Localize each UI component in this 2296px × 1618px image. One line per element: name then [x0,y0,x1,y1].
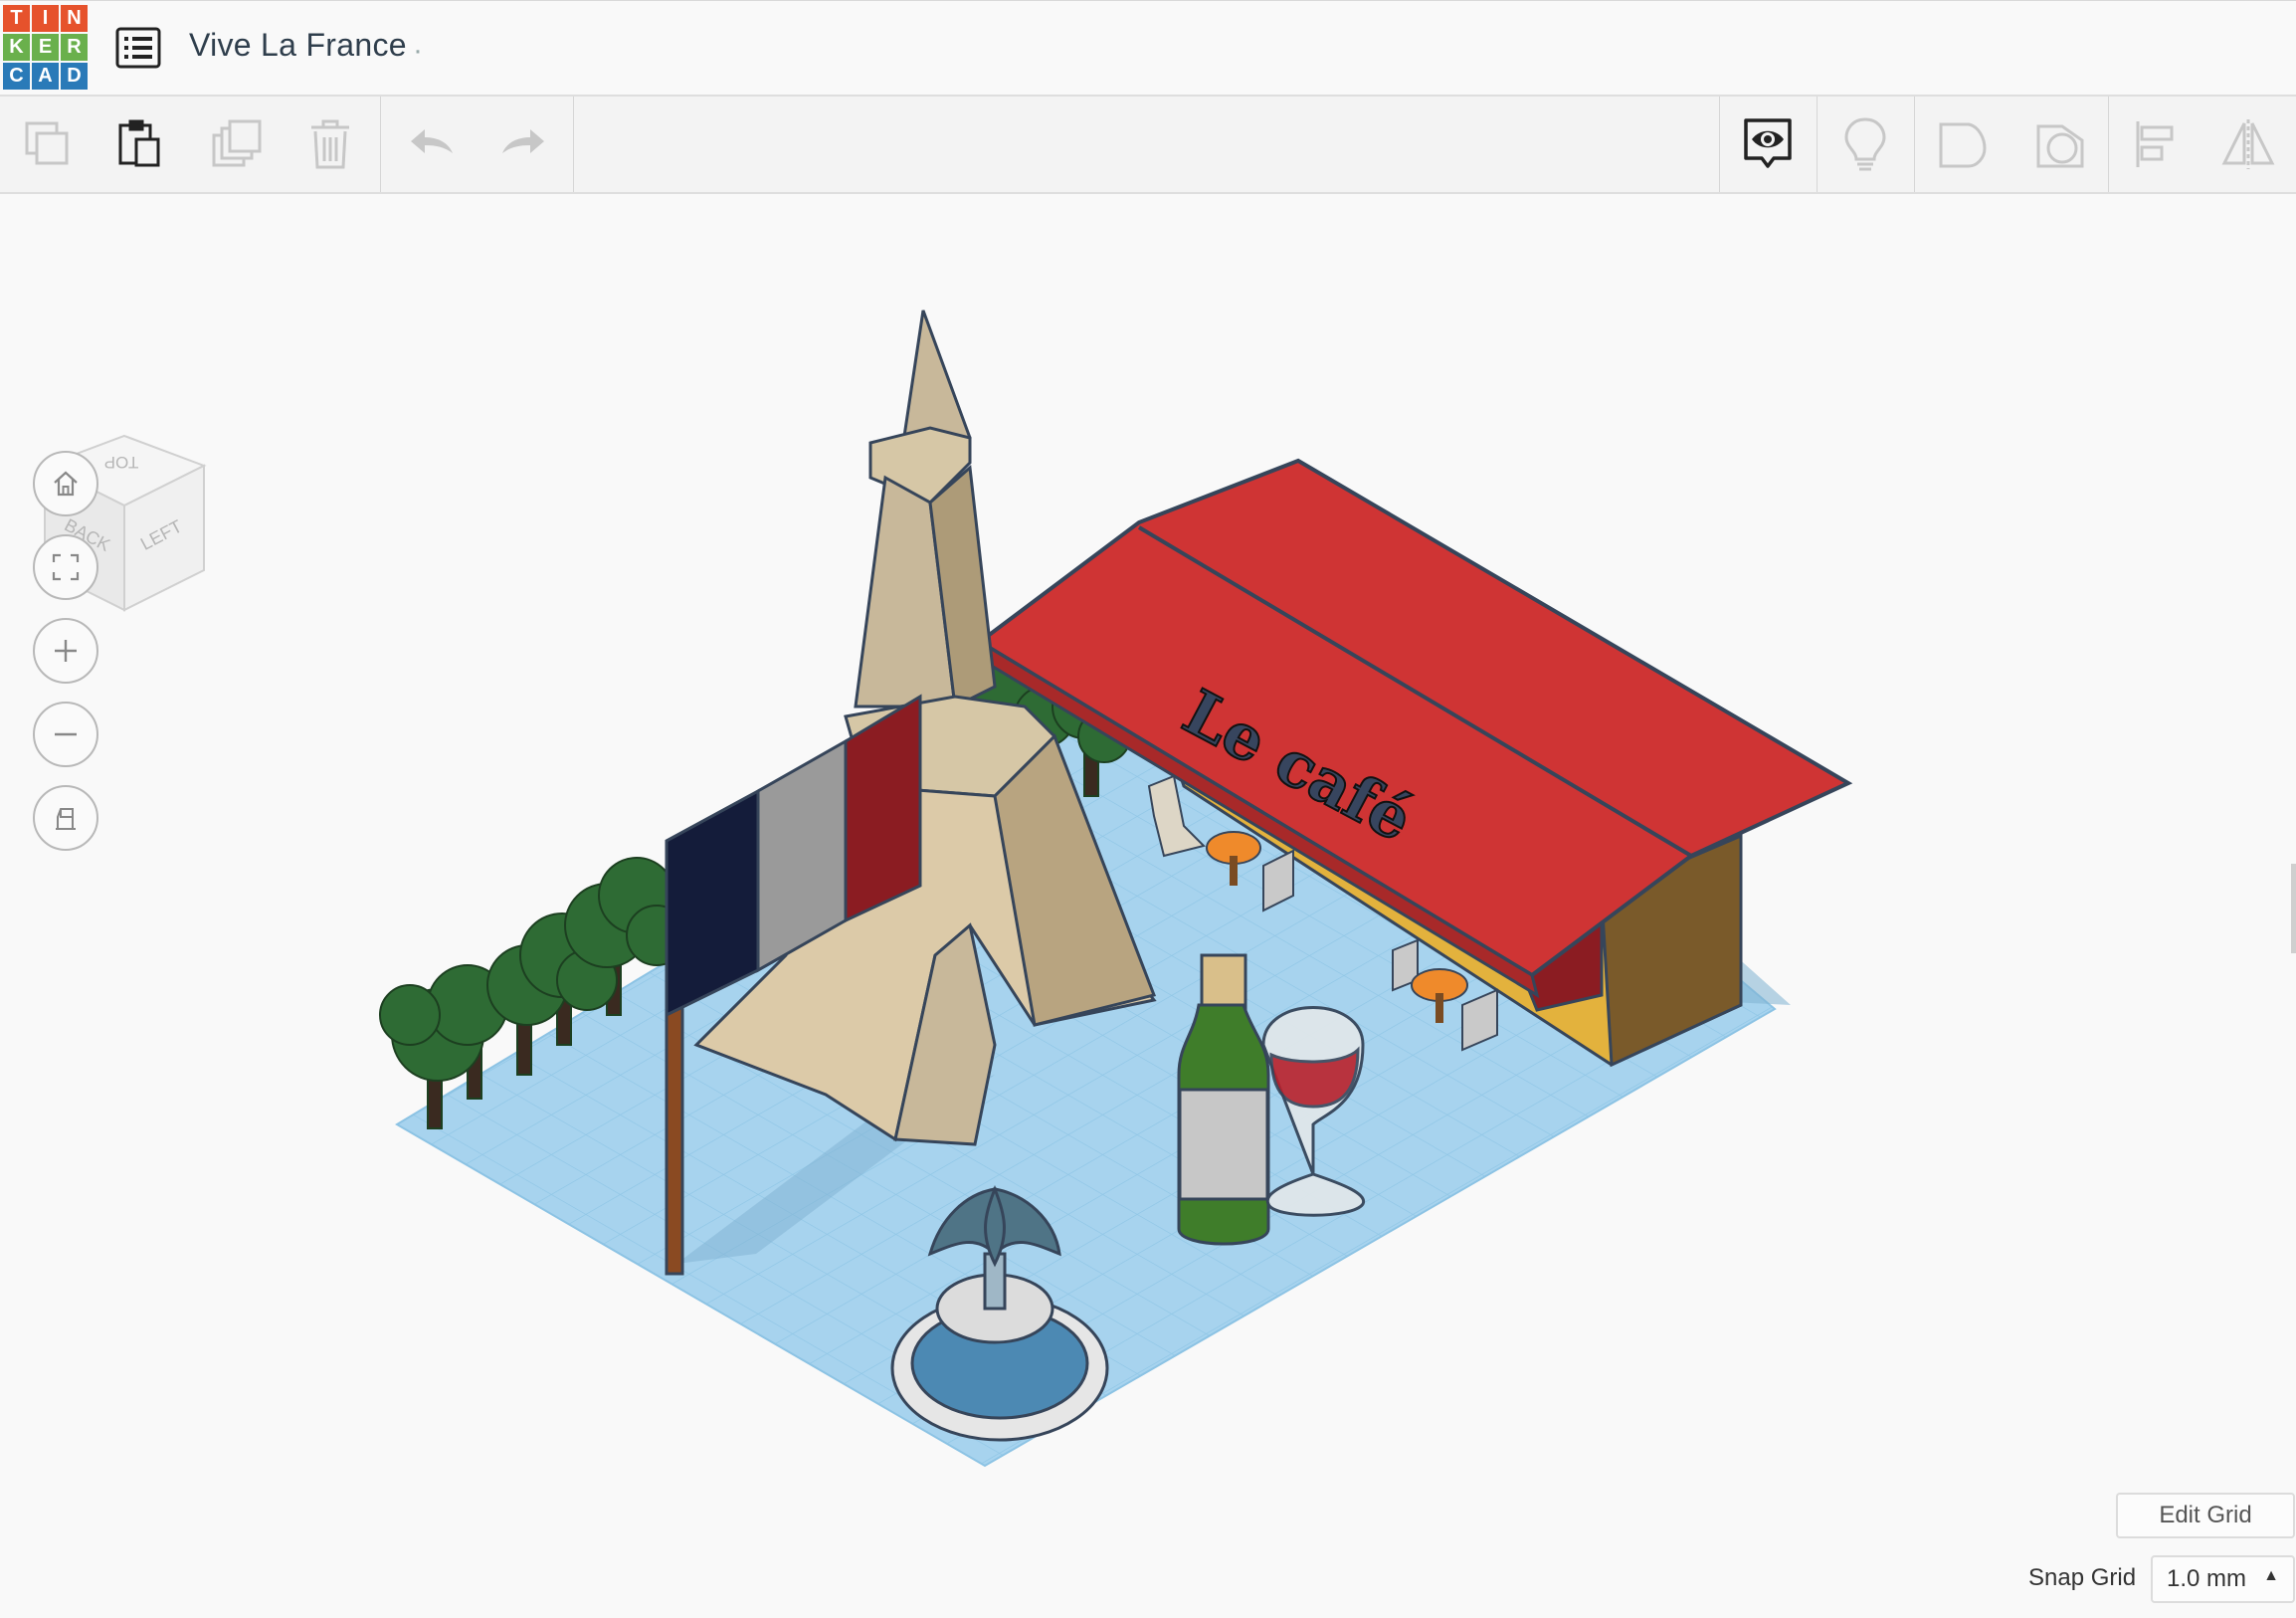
side-panel-handle[interactable] [2291,864,2296,953]
logo-letter: N [61,5,88,32]
logo-letter: K [3,34,30,61]
title-edit-caret: · [413,34,423,67]
toolbar [0,97,2296,194]
scene-canvas[interactable]: Le café [0,194,2296,1618]
paste-button[interactable] [92,97,187,192]
duplicate-button[interactable] [189,97,285,192]
mirror-icon [2221,119,2275,169]
hole-button[interactable] [2012,97,2108,192]
app-header: TIN KER CAD Vive La France · [0,0,2296,97]
toolbar-divider [573,97,574,192]
toolbar-divider [380,97,381,192]
eye-speech-icon [1744,118,1792,168]
trash-icon [311,119,349,169]
snap-grid-value: 1.0 mm [2167,1565,2247,1592]
logo-letter: E [32,34,59,61]
viewcube-top-label: TOP [104,453,139,472]
document-title[interactable]: Vive La France [189,27,407,64]
list-icon[interactable] [115,27,161,69]
3d-workplane-viewport[interactable]: Le café TOP BACK LEFT [0,194,2296,1618]
copy-icon [25,121,69,165]
zoom-out-button[interactable] [33,702,98,767]
redo-icon [502,129,544,153]
caret-up-icon: ▲ [2263,1567,2279,1584]
logo-letter: R [61,34,88,61]
fit-view-button[interactable] [33,534,98,600]
align-icon [2136,121,2174,167]
tinkercad-logo[interactable]: TIN KER CAD [3,5,89,92]
notes-toggle-button[interactable] [1720,97,1816,192]
logo-letter: T [3,5,30,32]
mirror-button[interactable] [2200,97,2296,192]
duplicate-icon [212,119,262,167]
zoom-out-icon [55,732,77,736]
shape-button[interactable] [1915,97,2010,192]
undo-button[interactable] [384,97,479,192]
fit-view-icon [52,553,80,581]
redo-button[interactable] [476,97,571,192]
zoom-in-button[interactable] [33,618,98,684]
ortho-view-icon [56,808,76,830]
align-button[interactable] [2109,97,2204,192]
logo-letter: I [32,5,59,32]
copy-button[interactable] [0,97,96,192]
ortho-view-button[interactable] [33,785,98,851]
undo-icon [411,129,453,153]
logo-letter: A [32,63,59,90]
snap-grid-label: Snap Grid [2028,1564,2137,1591]
hole-icon [2036,124,2084,168]
zoom-in-icon [55,640,77,662]
paste-icon [118,119,160,167]
home-view-button[interactable] [33,451,98,516]
logo-letter: C [3,63,30,90]
home-icon [54,471,78,497]
light-button[interactable] [1818,97,1913,192]
snap-grid-select[interactable]: 1.0 mm ▲ [2151,1555,2295,1603]
shape-icon [1939,122,1987,168]
edit-grid-button[interactable]: Edit Grid [2116,1493,2295,1538]
logo-letter: D [61,63,88,90]
lightbulb-icon [1844,117,1886,171]
delete-button[interactable] [283,97,378,192]
